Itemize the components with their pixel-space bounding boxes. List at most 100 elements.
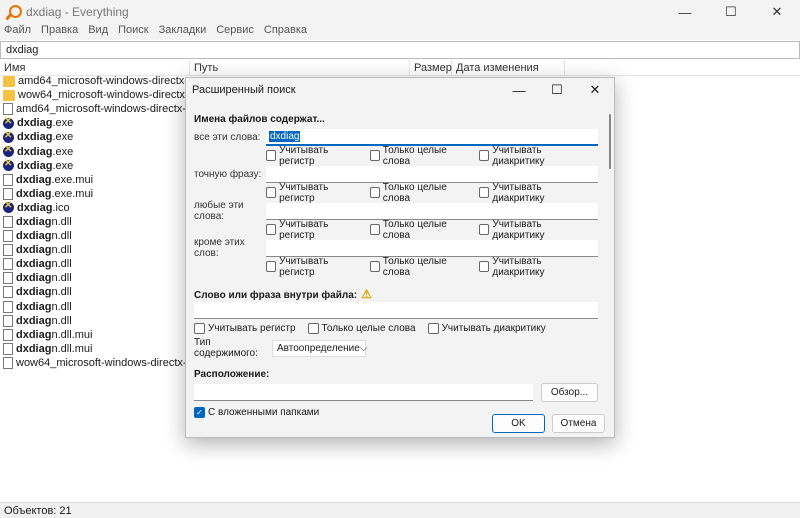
- name-field-input[interactable]: [266, 202, 598, 220]
- file-icon: [3, 314, 13, 327]
- dialog-minimize-button[interactable]: —: [500, 78, 538, 102]
- cancel-button[interactable]: Отмена: [552, 414, 605, 433]
- maximize-button[interactable]: ☐: [708, 0, 754, 24]
- column-date[interactable]: Дата изменения: [452, 60, 565, 75]
- scrollbar[interactable]: [609, 114, 611, 169]
- title-bar: dxdiag - Everything — ☐ ✕: [0, 0, 800, 24]
- checkbox-label: Только целые слова: [382, 181, 447, 204]
- file-row[interactable]: dxdiag.exe.mui: [0, 187, 190, 201]
- file-row[interactable]: wow64_microsoft-windows-directx-dxdia..: [0, 356, 190, 370]
- file-row[interactable]: dxdiag.exe.mui: [0, 173, 190, 187]
- file-name: amd64_microsoft-windows-directx-dxdia..: [18, 75, 190, 88]
- name-field-input[interactable]: [266, 165, 598, 183]
- search-input[interactable]: dxdiag: [0, 41, 800, 59]
- file-icon: [3, 300, 13, 313]
- name2-checkbox-1[interactable]: Только целые слова: [369, 219, 468, 241]
- file-row[interactable]: dxdiag.exe: [0, 130, 190, 144]
- file-row[interactable]: wow64_microsoft-windows-directx-dxdia..: [0, 88, 190, 102]
- file-icon: [3, 342, 13, 355]
- warning-icon: ⚠: [361, 287, 372, 301]
- file-row[interactable]: dxdiag.exe: [0, 116, 190, 130]
- name2-checkbox-2[interactable]: Учитывать диакритику: [479, 219, 586, 241]
- name3-checkbox-1[interactable]: Только целые слова: [369, 256, 468, 278]
- minimize-button[interactable]: —: [662, 0, 708, 24]
- name0-checkbox-1[interactable]: Только целые слова: [369, 145, 468, 167]
- checkbox-label: Учитывать регистр: [279, 218, 329, 241]
- name2-checkbox-0[interactable]: Учитывать регистр: [266, 219, 358, 241]
- file-name: wow64_microsoft-windows-directx-dxdia..: [16, 356, 190, 369]
- file-row[interactable]: dxdiagn.dll: [0, 300, 190, 314]
- file-name: dxdiagn.dll: [16, 244, 72, 257]
- checkbox-label: Только целые слова: [321, 323, 416, 334]
- file-row[interactable]: dxdiag.exe: [0, 144, 190, 158]
- file-icon: [3, 244, 13, 257]
- checkbox-box: [369, 261, 380, 272]
- menu-bar: Файл Правка Вид Поиск Закладки Сервис Сп…: [0, 24, 800, 40]
- window-title: dxdiag - Everything: [26, 5, 129, 19]
- name1-checkbox-1[interactable]: Только целые слова: [369, 181, 468, 204]
- name0-checkbox-0[interactable]: Учитывать регистр: [266, 145, 358, 167]
- content-type-dropdown[interactable]: Автоопределение ⌵: [272, 339, 367, 357]
- dialog-maximize-button[interactable]: ☐: [538, 78, 576, 102]
- file-icon: [3, 286, 13, 299]
- file-row[interactable]: dxdiag.exe: [0, 159, 190, 173]
- file-row[interactable]: dxdiagn.dll: [0, 215, 190, 229]
- file-row[interactable]: dxdiagn.dll: [0, 229, 190, 243]
- subfolders-checkbox[interactable]: ✓ С вложенными папками: [194, 407, 319, 418]
- checkbox-box: [307, 323, 319, 334]
- close-button[interactable]: ✕: [754, 0, 800, 24]
- dx-icon: [3, 116, 14, 129]
- name1-checkbox-0[interactable]: Учитывать регистр: [266, 182, 358, 204]
- file-icon: [3, 103, 13, 116]
- content-checkbox-2[interactable]: Учитывать диакритику: [427, 323, 546, 334]
- file-icon: [3, 215, 13, 228]
- dialog-close-button[interactable]: ✕: [576, 78, 614, 102]
- menu-bookmarks[interactable]: Закладки: [159, 24, 207, 40]
- file-icon: [3, 328, 13, 341]
- field-label: все эти слова:: [194, 131, 261, 143]
- menu-tools[interactable]: Сервис: [216, 24, 254, 40]
- content-checkbox-0[interactable]: Учитывать регистр: [194, 323, 296, 334]
- content-checkbox-1[interactable]: Только целые слова: [307, 323, 416, 334]
- menu-view[interactable]: Вид: [88, 24, 108, 40]
- menu-edit[interactable]: Правка: [41, 24, 78, 40]
- file-row[interactable]: dxdiagn.dll.mui: [0, 342, 190, 356]
- file-row[interactable]: dxdiag.ico: [0, 201, 190, 215]
- content-input[interactable]: [194, 301, 598, 319]
- column-name[interactable]: Имя: [0, 60, 190, 75]
- file-name: dxdiag.ico: [17, 201, 70, 214]
- name-field-input[interactable]: [266, 239, 598, 257]
- name0-checkbox-2[interactable]: Учитывать диакритику: [479, 145, 586, 167]
- column-path[interactable]: Путь: [190, 60, 410, 75]
- file-icon: [3, 230, 13, 243]
- subfolders-label: С вложенными папками: [208, 407, 320, 418]
- menu-search[interactable]: Поиск: [118, 24, 148, 40]
- field-label: точную фразу:: [194, 168, 262, 180]
- ok-button[interactable]: OK: [492, 414, 545, 433]
- file-row[interactable]: dxdiagn.dll: [0, 285, 190, 299]
- file-row[interactable]: dxdiagn.dll.mui: [0, 328, 190, 342]
- file-row[interactable]: dxdiagn.dll: [0, 243, 190, 257]
- menu-file[interactable]: Файл: [4, 24, 31, 40]
- checkbox-label: Учитывать диакритику: [492, 255, 545, 278]
- location-input[interactable]: [194, 383, 533, 401]
- file-row[interactable]: dxdiagn.dll: [0, 314, 190, 328]
- checkbox-box: [369, 150, 380, 161]
- menu-help[interactable]: Справка: [264, 24, 307, 40]
- file-name: dxdiag.exe: [17, 159, 74, 172]
- browse-button[interactable]: Обзор...: [541, 382, 598, 402]
- checkbox-label: Учитывать диакритику: [492, 144, 545, 167]
- dx-icon: [3, 201, 14, 214]
- file-row[interactable]: amd64_microsoft-windows-directx-dxdia..: [0, 74, 190, 88]
- checkbox-box: [369, 187, 380, 198]
- name1-checkbox-2[interactable]: Учитывать диакритику: [479, 182, 586, 204]
- file-row[interactable]: dxdiagn.dll: [0, 257, 190, 271]
- file-row[interactable]: amd64_microsoft-windows-directx-dxdia..: [0, 102, 190, 116]
- file-name: dxdiagn.dll.mui: [16, 342, 93, 355]
- file-row[interactable]: dxdiagn.dll: [0, 271, 190, 285]
- name3-checkbox-2[interactable]: Учитывать диакритику: [479, 256, 586, 278]
- name3-checkbox-0[interactable]: Учитывать регистр: [266, 256, 358, 278]
- everything-logo-icon: [6, 5, 22, 19]
- column-size[interactable]: Размер: [410, 60, 452, 75]
- name-field-input[interactable]: dxdiag: [266, 128, 598, 146]
